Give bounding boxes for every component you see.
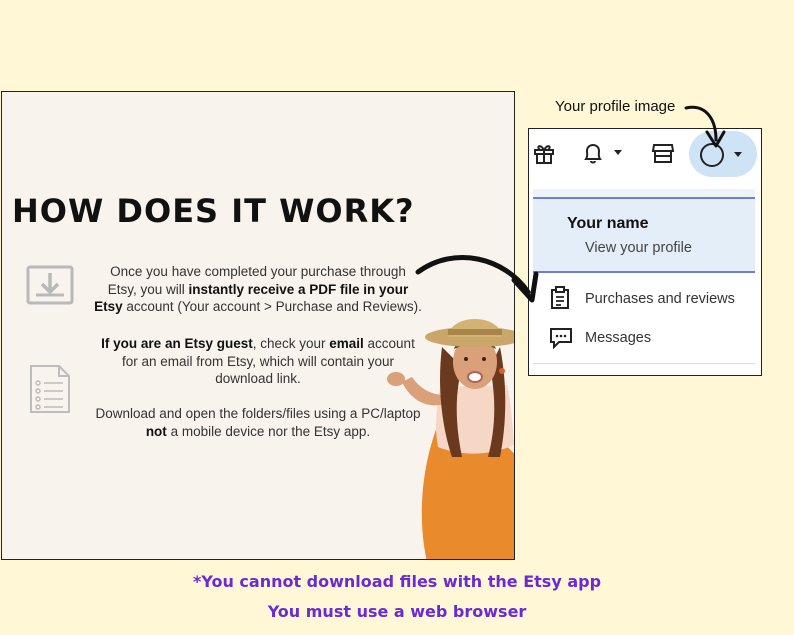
headline: HOW DOES IT WORK? bbox=[12, 192, 415, 230]
etsy-profile-menu: Your name View your profile Purchases an… bbox=[528, 128, 762, 376]
chevron-down-icon[interactable] bbox=[613, 149, 623, 157]
download-icon bbox=[26, 265, 74, 305]
woman-photo bbox=[387, 319, 514, 559]
divider bbox=[533, 363, 755, 364]
message-icon bbox=[550, 328, 572, 349]
document-list-icon bbox=[30, 365, 70, 413]
step-2-text: If you are an Etsy guest, check your ema… bbox=[101, 336, 415, 386]
bell-icon[interactable] bbox=[581, 141, 605, 165]
footer-warning: *You cannot download files with the Etsy… bbox=[192, 572, 602, 591]
gift-icon[interactable] bbox=[532, 141, 556, 165]
view-profile-link[interactable]: View your profile bbox=[585, 240, 692, 256]
step-3-text: Download and open the folders/files usin… bbox=[95, 406, 421, 439]
menu-item-messages[interactable]: Messages bbox=[585, 330, 651, 346]
step-1-text: Once you have completed your purchase th… bbox=[94, 264, 422, 314]
your-name-label: Your name bbox=[567, 215, 649, 232]
profile-image-annotation: Your profile image bbox=[555, 98, 676, 115]
how-it-works-panel: HOW DOES IT WORK? Once you have complete… bbox=[1, 91, 515, 560]
avatar-icon bbox=[700, 143, 724, 167]
clipboard-icon bbox=[551, 286, 569, 309]
profile-card[interactable] bbox=[533, 199, 755, 273]
chevron-down-icon bbox=[734, 152, 742, 157]
menu-item-purchases-and-reviews[interactable]: Purchases and reviews bbox=[585, 291, 735, 307]
avatar-button[interactable] bbox=[689, 131, 757, 177]
dropdown-shadow bbox=[533, 189, 755, 197]
shop-icon[interactable] bbox=[651, 141, 675, 165]
footer-note: You must use a web browser bbox=[267, 602, 527, 621]
